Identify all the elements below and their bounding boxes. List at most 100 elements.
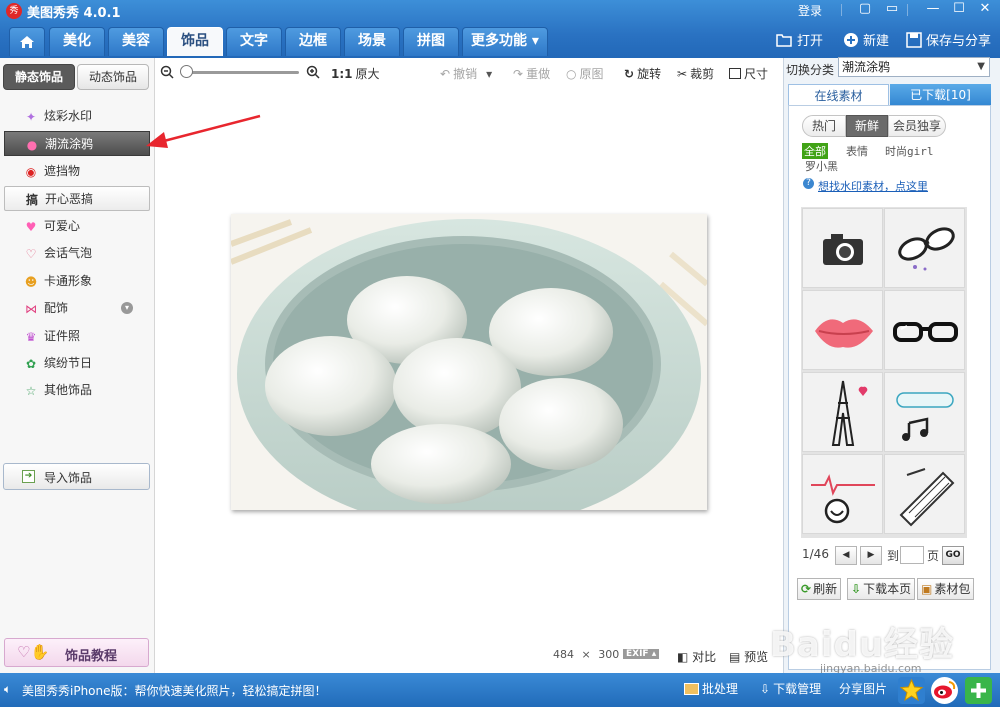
tab-scene[interactable]: 场景: [344, 27, 400, 56]
preview-icon: ▤: [729, 650, 741, 664]
category-select[interactable]: 潮流涂鸦 ▼: [838, 57, 990, 77]
rotate-button[interactable]: ↻ 旋转: [624, 65, 661, 82]
tab-beautify[interactable]: 美化: [49, 27, 105, 56]
zoom-in-button[interactable]: [306, 65, 320, 79]
preview-button[interactable]: ▤ 预览: [729, 648, 768, 665]
add-plus-icon[interactable]: [965, 677, 992, 704]
divider: [841, 4, 842, 16]
star-icon: ☆: [25, 384, 37, 398]
sticker-eiffel-tower[interactable]: [802, 372, 883, 452]
undo-history-dropdown[interactable]: ▾: [486, 67, 492, 81]
category-item-selected[interactable]: ● 潮流涂鸦: [4, 131, 150, 156]
next-page-button[interactable]: ▶: [860, 546, 882, 565]
close-button[interactable]: ✕: [973, 0, 997, 18]
zoom-out-icon: [160, 65, 174, 79]
filter-all[interactable]: 全部: [802, 143, 828, 159]
bow-icon: ⋈: [25, 302, 37, 316]
tab-border[interactable]: 边框: [285, 27, 341, 56]
pill-new[interactable]: 新鲜: [846, 115, 888, 137]
tab-beauty[interactable]: 美容: [108, 27, 164, 56]
zoom-slider-track[interactable]: [184, 71, 299, 74]
category-item[interactable]: ⋈ 配饰 ▾: [4, 296, 150, 321]
exif-button[interactable]: EXIF ▴: [623, 649, 660, 659]
filter-fashion-girl[interactable]: 时尚girl: [885, 143, 934, 159]
sticker-keyboard[interactable]: [884, 454, 965, 534]
login-link[interactable]: 登录: [798, 2, 822, 19]
heart-icon: ♥: [25, 220, 37, 234]
batch-process-button[interactable]: 批处理: [684, 680, 738, 697]
compare-button[interactable]: ◧ 对比: [677, 648, 716, 665]
category-item[interactable]: ♡ 会话气泡: [4, 241, 150, 266]
download-page-button[interactable]: ⇩ 下载本页: [847, 578, 916, 600]
sticker-camera[interactable]: [802, 208, 883, 288]
chevron-down-icon[interactable]: ▾: [121, 302, 133, 314]
category-item[interactable]: ◉ 遮挡物: [4, 159, 150, 184]
open-button[interactable]: 打开: [776, 30, 823, 49]
feedback-icon[interactable]: ▢: [853, 0, 877, 18]
subtab-static[interactable]: 静态饰品: [3, 64, 75, 90]
maximize-button[interactable]: ☐: [947, 0, 971, 18]
photo-canvas[interactable]: [231, 214, 707, 510]
download-manager-icon: ⇩: [760, 681, 771, 696]
material-package-button[interactable]: ▣ 素材包: [917, 578, 975, 600]
tab-home[interactable]: [9, 27, 45, 56]
tab-online-materials[interactable]: 在线素材: [788, 84, 889, 106]
category-item[interactable]: ✦ 炫彩水印: [4, 104, 150, 129]
category-item[interactable]: ☆ 其他饰品: [4, 378, 150, 403]
tab-text[interactable]: 文字: [226, 27, 282, 56]
zoom-out-button[interactable]: [160, 65, 174, 79]
watermark-help-link[interactable]: 想找水印素材，点这里: [818, 178, 928, 194]
weibo-icon[interactable]: [931, 677, 958, 704]
rotate-icon: ↻: [624, 66, 635, 81]
import-button[interactable]: ➔ 导入饰品: [3, 463, 150, 490]
sticker-music[interactable]: [884, 372, 965, 452]
prev-page-button[interactable]: ◀: [835, 546, 857, 565]
tab-more[interactable]: 更多功能 ▾: [462, 27, 548, 56]
sticker-sunglasses[interactable]: [884, 208, 965, 288]
favorite-star-icon[interactable]: [898, 677, 925, 704]
filter-luoxiaohei[interactable]: 罗小黑: [805, 158, 838, 174]
compare-icon: ◧: [677, 650, 689, 664]
filter-emoji[interactable]: 表情: [846, 143, 868, 159]
new-button[interactable]: 新建: [843, 30, 889, 49]
original-image-button[interactable]: ○ 原图: [566, 65, 604, 82]
sticker-glasses[interactable]: [884, 290, 965, 370]
category-item[interactable]: ☻ 卡通形象: [4, 269, 150, 294]
menu-icon[interactable]: ▭: [880, 0, 904, 18]
refresh-button[interactable]: ⟳ 刷新: [797, 578, 842, 600]
save-share-button[interactable]: 保存与分享: [906, 30, 991, 49]
download-manager-button[interactable]: ⇩ 下载管理: [760, 680, 821, 697]
save-label: 保存与分享: [926, 34, 992, 49]
resize-icon: [729, 68, 741, 79]
go-button[interactable]: GO: [942, 546, 964, 565]
tab-accessories[interactable]: 饰品: [167, 27, 223, 56]
original-size-button[interactable]: 1:1 原大: [331, 65, 380, 82]
page-number-input[interactable]: [900, 546, 924, 564]
switch-category-label: 切换分类: [786, 63, 835, 77]
tutorial-button[interactable]: ♡✋ 饰品教程: [4, 638, 149, 667]
subtab-dynamic[interactable]: 动态饰品: [77, 64, 149, 90]
pill-vip[interactable]: 会员独享: [888, 115, 946, 137]
category-item[interactable]: ✿ 缤纷节日: [4, 351, 150, 376]
redo-button[interactable]: ↷ 重做: [513, 65, 550, 82]
tab-downloaded[interactable]: 已下载[10]: [890, 84, 991, 106]
minimize-button[interactable]: —: [921, 0, 945, 18]
zoom-slider-handle[interactable]: [180, 65, 193, 78]
original-image-icon: ○: [566, 66, 577, 81]
crop-button[interactable]: ✂ 裁剪: [677, 65, 714, 82]
undo-button[interactable]: ↶ 撤销 ▾: [440, 65, 492, 82]
resize-button[interactable]: 尺寸: [729, 65, 768, 82]
promo-text[interactable]: 美图秀秀iPhone版：帮你快速美化照片，轻松搞定拼图！: [22, 682, 327, 699]
category-item[interactable]: 搞开心恶搞: [4, 186, 150, 211]
share-image-button[interactable]: 分享图片: [839, 680, 887, 697]
redo-icon: ↷: [513, 66, 524, 81]
sticker-heartbeat[interactable]: [802, 454, 883, 534]
scissors-icon: ✂: [677, 66, 688, 81]
category-item[interactable]: ♥ 可爱心: [4, 214, 150, 239]
pill-hot[interactable]: 热门: [802, 115, 846, 137]
folder-icon: [776, 34, 792, 47]
original-size-label: 原大: [355, 67, 380, 81]
category-item[interactable]: ♛ 证件照: [4, 324, 150, 349]
tab-collage[interactable]: 拼图: [403, 27, 459, 56]
sticker-lips[interactable]: [802, 290, 883, 370]
